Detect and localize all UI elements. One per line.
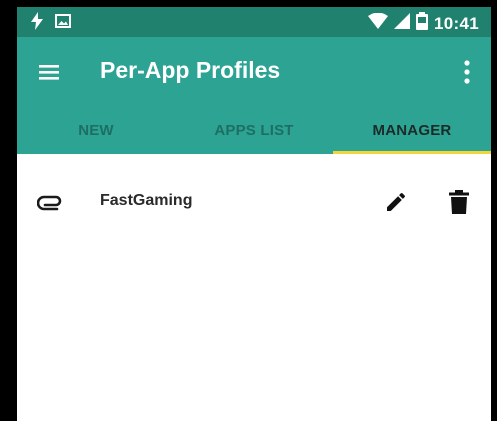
tab-manager[interactable]: MANAGER (333, 107, 491, 154)
list-item[interactable]: FastGaming (17, 154, 491, 250)
profile-name: FastGaming (100, 192, 193, 209)
delete-icon[interactable] (448, 190, 470, 214)
lightning-icon (31, 12, 43, 35)
tab-new[interactable]: NEW (17, 107, 175, 154)
status-bar-notifications (31, 12, 71, 35)
app-bar: Per-App Profiles (17, 37, 491, 107)
image-icon (55, 13, 71, 34)
hamburger-menu-icon[interactable] (37, 60, 61, 84)
status-bar-system: 10:41 (368, 12, 479, 35)
edit-icon[interactable] (384, 190, 408, 214)
app-screen: 10:41 Per-App Profiles NEW APPS LIST MAN… (17, 7, 491, 421)
paperclip-icon (36, 191, 63, 213)
tab-apps-list[interactable]: APPS LIST (175, 107, 333, 154)
wifi-icon (368, 12, 389, 34)
tab-bar: NEW APPS LIST MANAGER (17, 107, 491, 154)
status-time: 10:41 (434, 13, 479, 33)
app-title: Per-App Profiles (100, 57, 281, 83)
profile-list: FastGaming (17, 154, 491, 250)
battery-icon (416, 12, 429, 35)
status-bar: 10:41 (17, 7, 491, 37)
signal-icon (394, 13, 411, 34)
more-vert-icon[interactable] (461, 59, 473, 85)
